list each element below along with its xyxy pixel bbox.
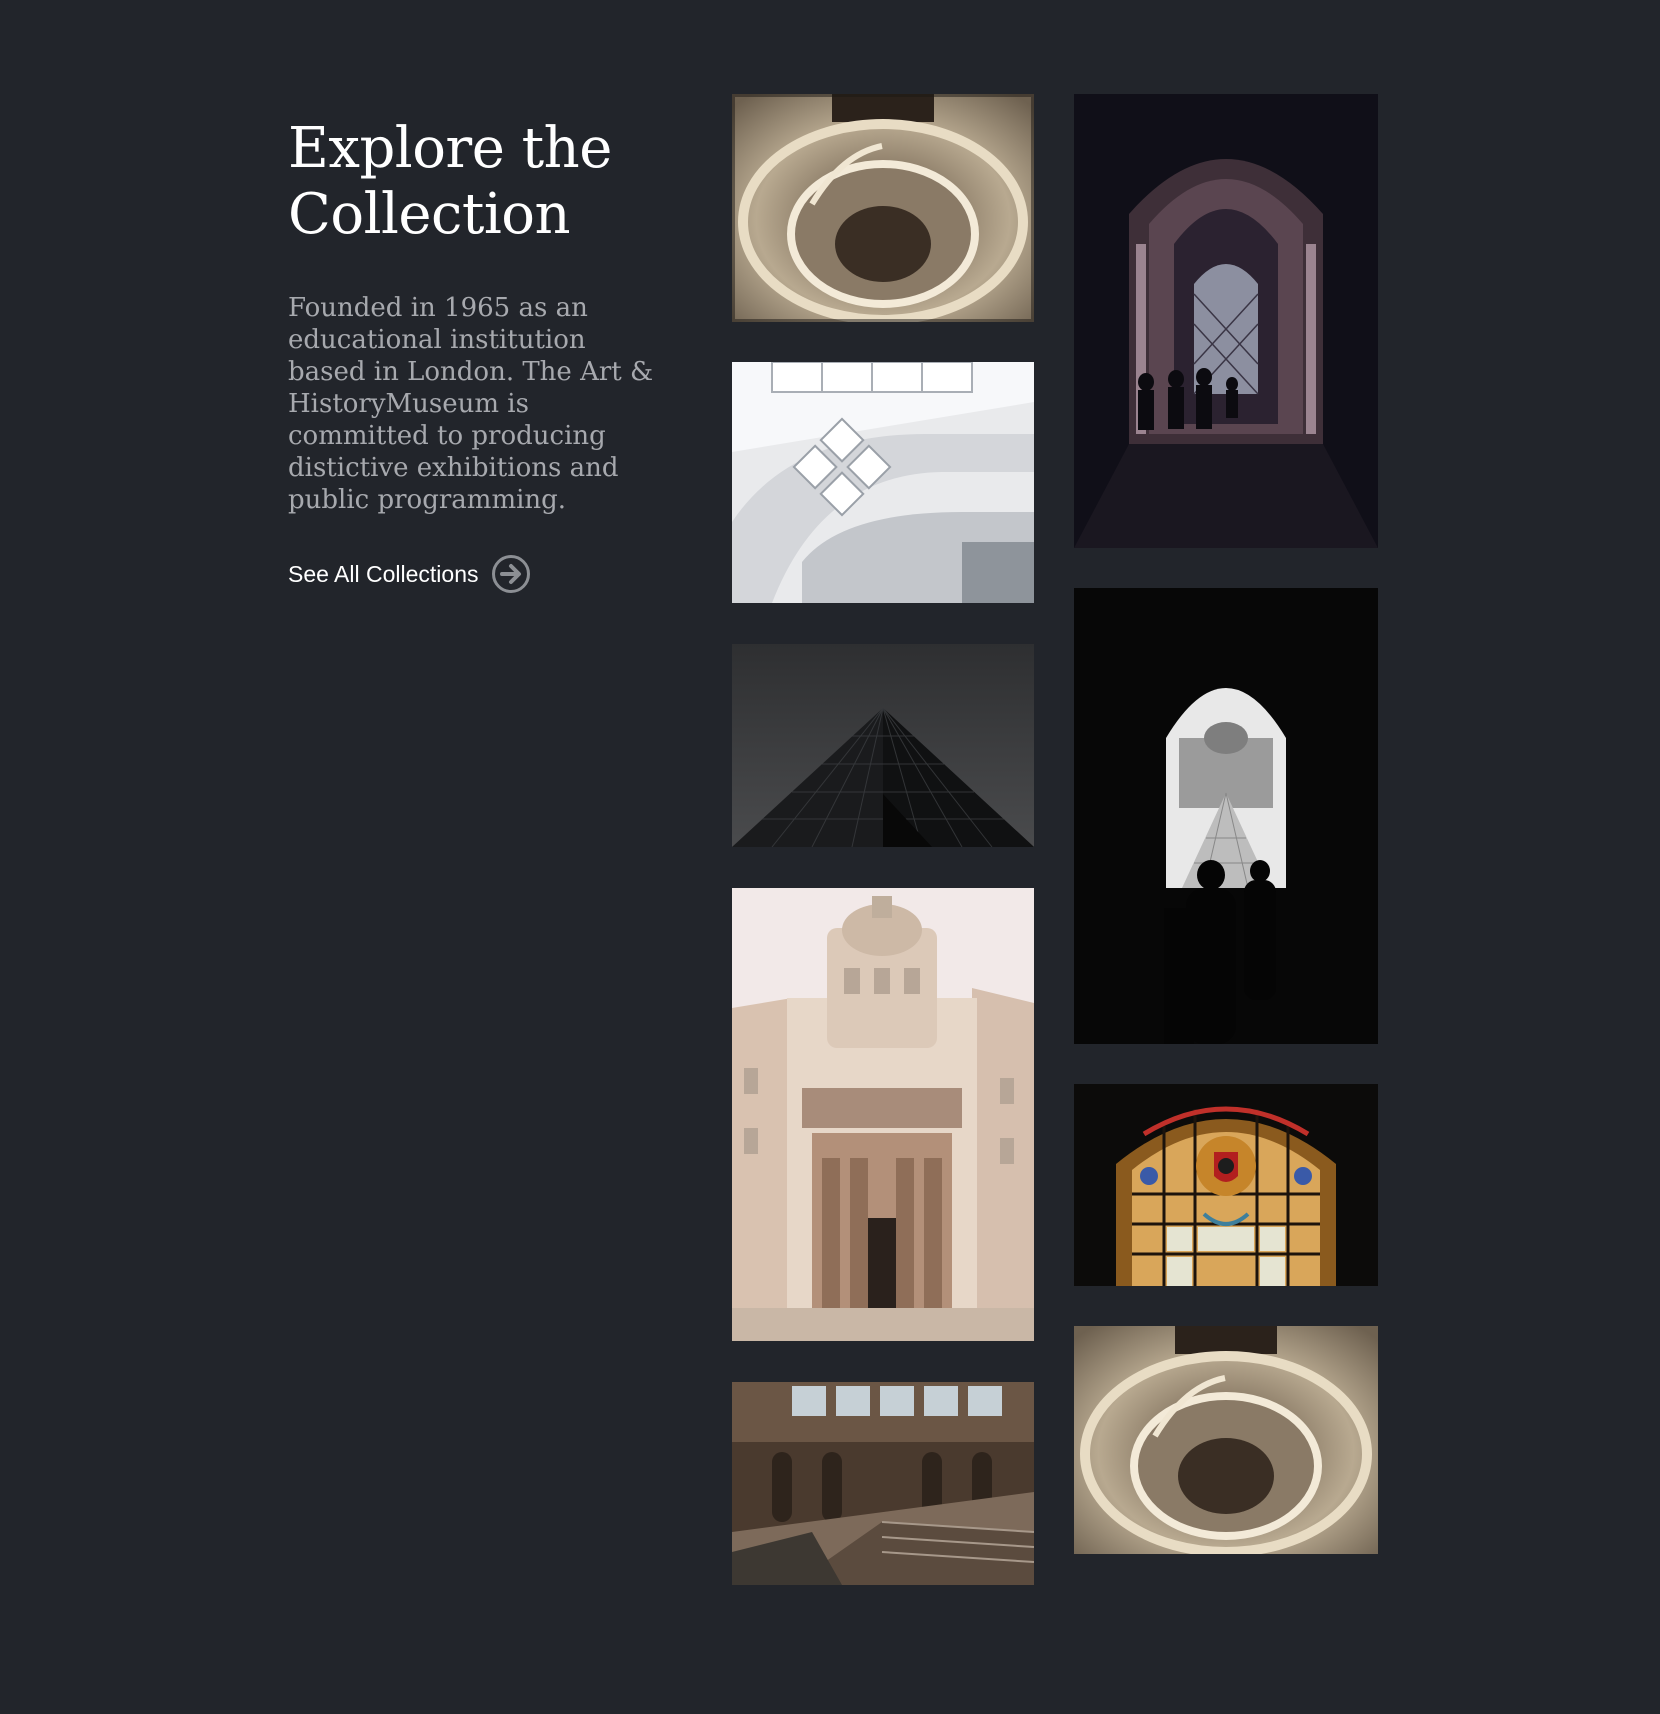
title-line-1: Explore the (288, 116, 612, 181)
section-description: Founded in 1965 as an educational instit… (288, 293, 654, 515)
section-title: Explore the Collection (288, 116, 668, 248)
see-all-collections-link[interactable]: See All Collections (288, 554, 531, 594)
glass-pyramid-photo[interactable] (732, 644, 1034, 847)
arched-corridor-photo[interactable] (1074, 94, 1378, 548)
title-line-2: Collection (288, 182, 571, 247)
intro-block: Explore the Collection Founded in 1965 a… (288, 116, 668, 594)
cta-label: See All Collections (288, 560, 479, 587)
collection-section: Explore the Collection Founded in 1965 a… (0, 0, 1660, 1714)
arrow-right-circle-icon (491, 554, 531, 594)
arch-silhouette-pyramid-photo[interactable] (1074, 588, 1378, 1044)
ornate-building-facade-photo[interactable] (732, 888, 1034, 1341)
museum-great-hall-photo[interactable] (732, 1382, 1034, 1585)
skylight-atrium-photo[interactable] (732, 362, 1034, 603)
spiral-staircase-photo[interactable] (732, 94, 1034, 322)
stained-glass-window-photo[interactable] (1074, 1084, 1378, 1286)
spiral-staircase-photo-2[interactable] (1074, 1326, 1378, 1554)
